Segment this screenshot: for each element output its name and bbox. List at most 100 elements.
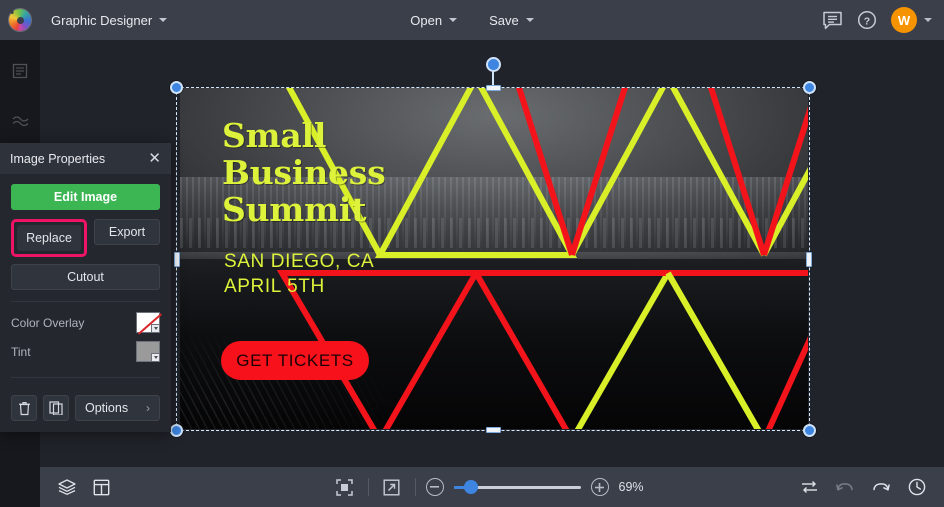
resize-handle-middle-left[interactable] [174, 251, 180, 267]
poster-headline: Small Business Summit [222, 116, 386, 229]
color-overlay-swatch[interactable] [136, 312, 160, 333]
zoom-slider-knob[interactable] [464, 480, 479, 494]
expand-arrow-icon [383, 479, 400, 496]
delete-button[interactable] [11, 395, 37, 421]
panel-divider-2 [11, 377, 160, 378]
cutout-button[interactable]: Cutout [11, 264, 160, 290]
zoom-out-button[interactable] [425, 478, 444, 496]
poster-location: SAN DIEGO, CA [224, 251, 375, 272]
undo-button[interactable] [832, 474, 858, 500]
top-bar-actions: ? W [822, 0, 932, 40]
page-layout-icon [93, 479, 109, 495]
resize-handle-bottom-center[interactable] [485, 427, 501, 433]
image-properties-panel: Image Properties ✕ Edit Image Replace Ex… [0, 143, 171, 432]
redo-icon [873, 482, 890, 491]
poster-date: APRIL 5TH [224, 276, 325, 298]
app-name-label: Graphic Designer [51, 12, 153, 28]
comment-icon[interactable] [822, 11, 843, 30]
chevron-right-icon: › [146, 401, 150, 415]
bottom-left-corner-fill [0, 467, 40, 507]
poster-subtitle: SAN DIEGO, CA APRIL 5TH [224, 249, 374, 299]
poster-headline-line1: Small [222, 116, 327, 155]
close-icon[interactable]: ✕ [148, 151, 161, 166]
panel-title: Image Properties [10, 151, 106, 166]
layout-template-icon [12, 63, 28, 79]
artboard-image[interactable]: Small Business Summit SAN DIEGO, CA APRI… [180, 88, 808, 429]
rotation-handle[interactable] [485, 57, 501, 72]
undo-icon [836, 482, 853, 491]
minus-icon [430, 486, 439, 488]
options-button[interactable]: Options › [75, 395, 160, 421]
rail-item-templates[interactable] [0, 54, 40, 88]
rail-item-effects[interactable] [0, 104, 40, 138]
save-menu-label: Save [489, 12, 519, 28]
layers-icon [58, 479, 76, 495]
pages-button[interactable] [88, 474, 114, 500]
duplicate-button[interactable] [43, 395, 69, 421]
top-bar: Graphic Designer Open Save ? W [0, 0, 944, 40]
poster-headline-line3: Summit [222, 189, 367, 229]
panel-header: Image Properties ✕ [0, 143, 171, 174]
panel-footer: Options › [0, 387, 171, 432]
resize-handle-top-left[interactable] [170, 81, 183, 94]
svg-text:?: ? [864, 15, 870, 27]
save-menu[interactable]: Save [478, 7, 545, 33]
chevron-down-icon [525, 18, 534, 22]
resize-handle-bottom-left[interactable] [170, 424, 183, 437]
panel-divider-1 [11, 301, 160, 302]
history-clock-icon [908, 478, 926, 496]
resize-handle-bottom-right[interactable] [803, 424, 816, 437]
export-button[interactable]: Export [94, 219, 160, 245]
app-name-dropdown[interactable]: Graphic Designer [42, 7, 176, 33]
color-overlay-label: Color Overlay [11, 315, 85, 330]
history-button[interactable] [904, 474, 930, 500]
chevron-down-icon [159, 18, 168, 22]
poster-headline-line2: Business [222, 152, 386, 192]
replace-export-row: Replace Export [11, 219, 160, 257]
open-menu-label: Open [410, 12, 443, 28]
help-circle-icon[interactable]: ? [857, 10, 877, 30]
panel-body: Edit Image Replace Export Cutout Color O… [0, 174, 171, 387]
bottom-right-group [796, 474, 930, 500]
layers-button[interactable] [54, 474, 80, 500]
chevron-down-icon[interactable] [151, 324, 160, 333]
fit-to-screen-button[interactable] [332, 474, 358, 500]
chevron-down-icon [449, 18, 458, 22]
options-label: Options [85, 401, 129, 415]
bottom-bar: 69% [40, 467, 944, 507]
resize-handle-top-center[interactable] [485, 85, 501, 91]
edit-image-button[interactable]: Edit Image [11, 184, 160, 210]
effects-waves-icon [12, 116, 28, 127]
zoom-in-button[interactable] [590, 478, 609, 496]
canvas-area[interactable]: Small Business Summit SAN DIEGO, CA APRI… [40, 40, 944, 467]
fullscreen-button[interactable] [379, 474, 405, 500]
divider [414, 478, 416, 496]
resize-handle-middle-right[interactable] [806, 251, 812, 267]
tint-row: Tint [11, 337, 160, 366]
zoom-slider[interactable] [453, 480, 581, 494]
poster-cta-button[interactable]: GET TICKETS [221, 341, 369, 380]
resize-handle-top-right[interactable] [803, 81, 816, 94]
color-wheel-logo-icon [9, 9, 31, 31]
swap-button[interactable] [796, 474, 822, 500]
tint-swatch[interactable] [136, 341, 160, 362]
fit-to-screen-icon [336, 478, 353, 496]
replace-button[interactable]: Replace [17, 225, 81, 251]
app-logo[interactable] [0, 0, 40, 40]
redo-button[interactable] [868, 474, 894, 500]
zoom-level-value: 69% [618, 480, 644, 494]
trash-icon [18, 401, 30, 415]
replace-highlight-ring: Replace [11, 219, 87, 257]
swap-arrows-icon [801, 481, 817, 493]
plus-icon [595, 482, 604, 492]
app-root: Small Business Summit SAN DIEGO, CA APRI… [0, 0, 944, 507]
avatar-chevron-down-icon[interactable] [924, 18, 932, 22]
chevron-down-icon[interactable] [151, 353, 160, 362]
bottom-left-group [40, 474, 114, 500]
tint-label: Tint [11, 344, 31, 359]
duplicate-icon [49, 401, 63, 415]
user-avatar[interactable]: W [891, 7, 917, 33]
color-overlay-row: Color Overlay [11, 308, 160, 337]
divider [367, 478, 369, 496]
open-menu[interactable]: Open [399, 7, 468, 33]
